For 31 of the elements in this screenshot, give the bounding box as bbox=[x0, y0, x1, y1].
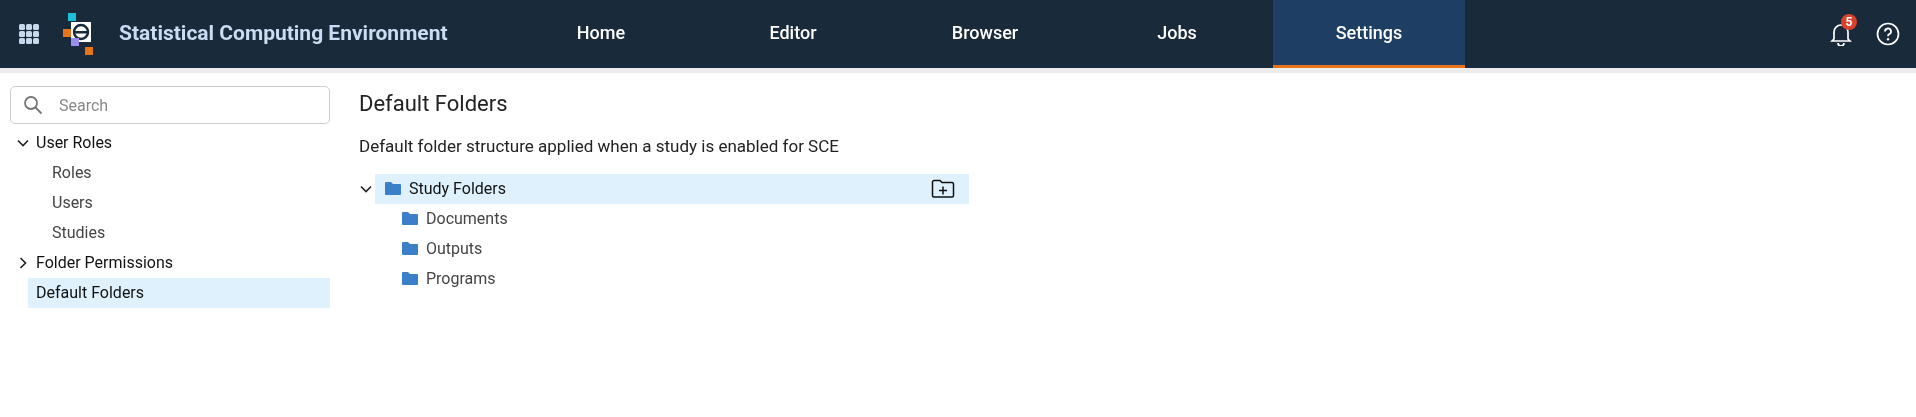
sidebar-item[interactable]: Studies bbox=[44, 218, 330, 248]
tree-node-label: Documents bbox=[426, 207, 508, 230]
sidebar-item[interactable]: Folder Permissions bbox=[28, 248, 330, 278]
tree-node-label: Study Folders bbox=[409, 177, 506, 200]
sidebar-item[interactable]: User Roles bbox=[28, 128, 330, 158]
tree-node-label: Programs bbox=[426, 267, 496, 290]
add-folder-icon[interactable] bbox=[931, 178, 955, 199]
tree-node[interactable]: Study Folders bbox=[375, 173, 969, 204]
tree-node[interactable]: Outputs bbox=[401, 233, 963, 264]
folder-icon bbox=[401, 241, 419, 256]
help-icon[interactable] bbox=[1876, 22, 1900, 46]
sidebar-item[interactable]: Roles bbox=[44, 158, 330, 188]
sidebar-item[interactable]: Default Folders bbox=[28, 278, 330, 308]
folder-icon bbox=[384, 181, 402, 196]
search-field[interactable]: Search bbox=[10, 86, 330, 124]
tree-node[interactable]: Programs bbox=[401, 263, 963, 294]
tree-node[interactable]: Documents bbox=[401, 203, 963, 234]
nav-tab[interactable]: Jobs bbox=[1081, 0, 1273, 68]
search-icon bbox=[23, 95, 43, 115]
nav-tab[interactable]: Settings bbox=[1273, 0, 1465, 68]
folder-icon bbox=[401, 271, 419, 286]
notification-badge: 5 bbox=[1841, 14, 1857, 30]
nav-tab[interactable]: Home bbox=[505, 0, 697, 68]
page-description: Default folder structure applied when a study is enabled for SCE bbox=[359, 135, 840, 158]
page-title: Default Folders bbox=[359, 90, 509, 118]
apps-grid-icon[interactable] bbox=[19, 24, 39, 44]
nav-tab[interactable]: Editor bbox=[697, 0, 889, 68]
sidebar-item[interactable]: Users bbox=[44, 188, 330, 218]
tree-node-label: Outputs bbox=[426, 237, 483, 260]
nav-tab[interactable]: Browser bbox=[889, 0, 1081, 68]
folder-icon bbox=[401, 211, 419, 226]
